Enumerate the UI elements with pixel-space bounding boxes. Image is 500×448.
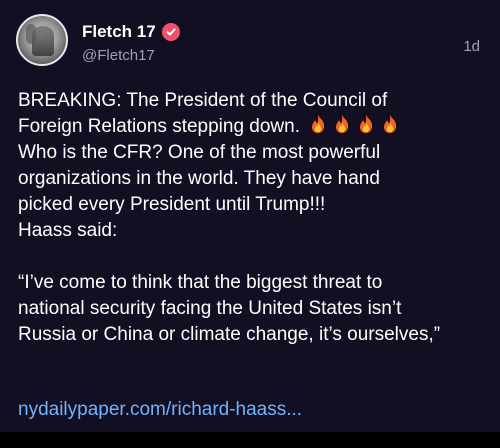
author-name-row[interactable]: Fletch 17	[82, 20, 180, 44]
post-text-line-with-emoji: Foreign Relations stepping down.	[18, 114, 488, 140]
post-timestamp[interactable]: 1d	[463, 38, 480, 55]
fire-icon	[307, 114, 329, 134]
post-text-line: picked every President until Trump!!!	[18, 194, 326, 215]
fire-icon	[331, 114, 353, 134]
verified-check-icon	[161, 23, 180, 41]
avatar[interactable]	[16, 14, 68, 66]
article-link[interactable]: nydailypaper.com/richard-haass...	[18, 397, 302, 423]
post-text-line: Haass said:	[18, 220, 118, 241]
post-card[interactable]: Fletch 17 @Fletch17 1d BREAKING: The Pre…	[0, 0, 500, 432]
post-text-line: organizations in the world. They have ha…	[18, 168, 380, 189]
avatar-image-figure	[32, 26, 54, 56]
post-text-line: BREAKING: The President of the Council o…	[18, 90, 388, 111]
fire-icon	[379, 114, 401, 134]
post-text-line: Who is the CFR? One of the most powerful	[18, 142, 381, 163]
fire-icon	[355, 114, 377, 134]
author-display-name[interactable]: Fletch 17	[82, 22, 156, 42]
author-handle[interactable]: @Fletch17	[82, 47, 155, 64]
quote-text-line: national security facing the United Stat…	[18, 298, 402, 319]
bottom-edge	[0, 432, 500, 448]
post-body: BREAKING: The President of the Council o…	[18, 88, 488, 348]
quote-text-line: “I’ve come to think that the biggest thr…	[18, 272, 383, 293]
post-text-segment: Foreign Relations stepping down.	[18, 116, 301, 137]
quote-text-line: Russia or China or climate change, it’s …	[18, 324, 441, 345]
post-header: Fletch 17 @Fletch17 1d	[16, 14, 484, 70]
